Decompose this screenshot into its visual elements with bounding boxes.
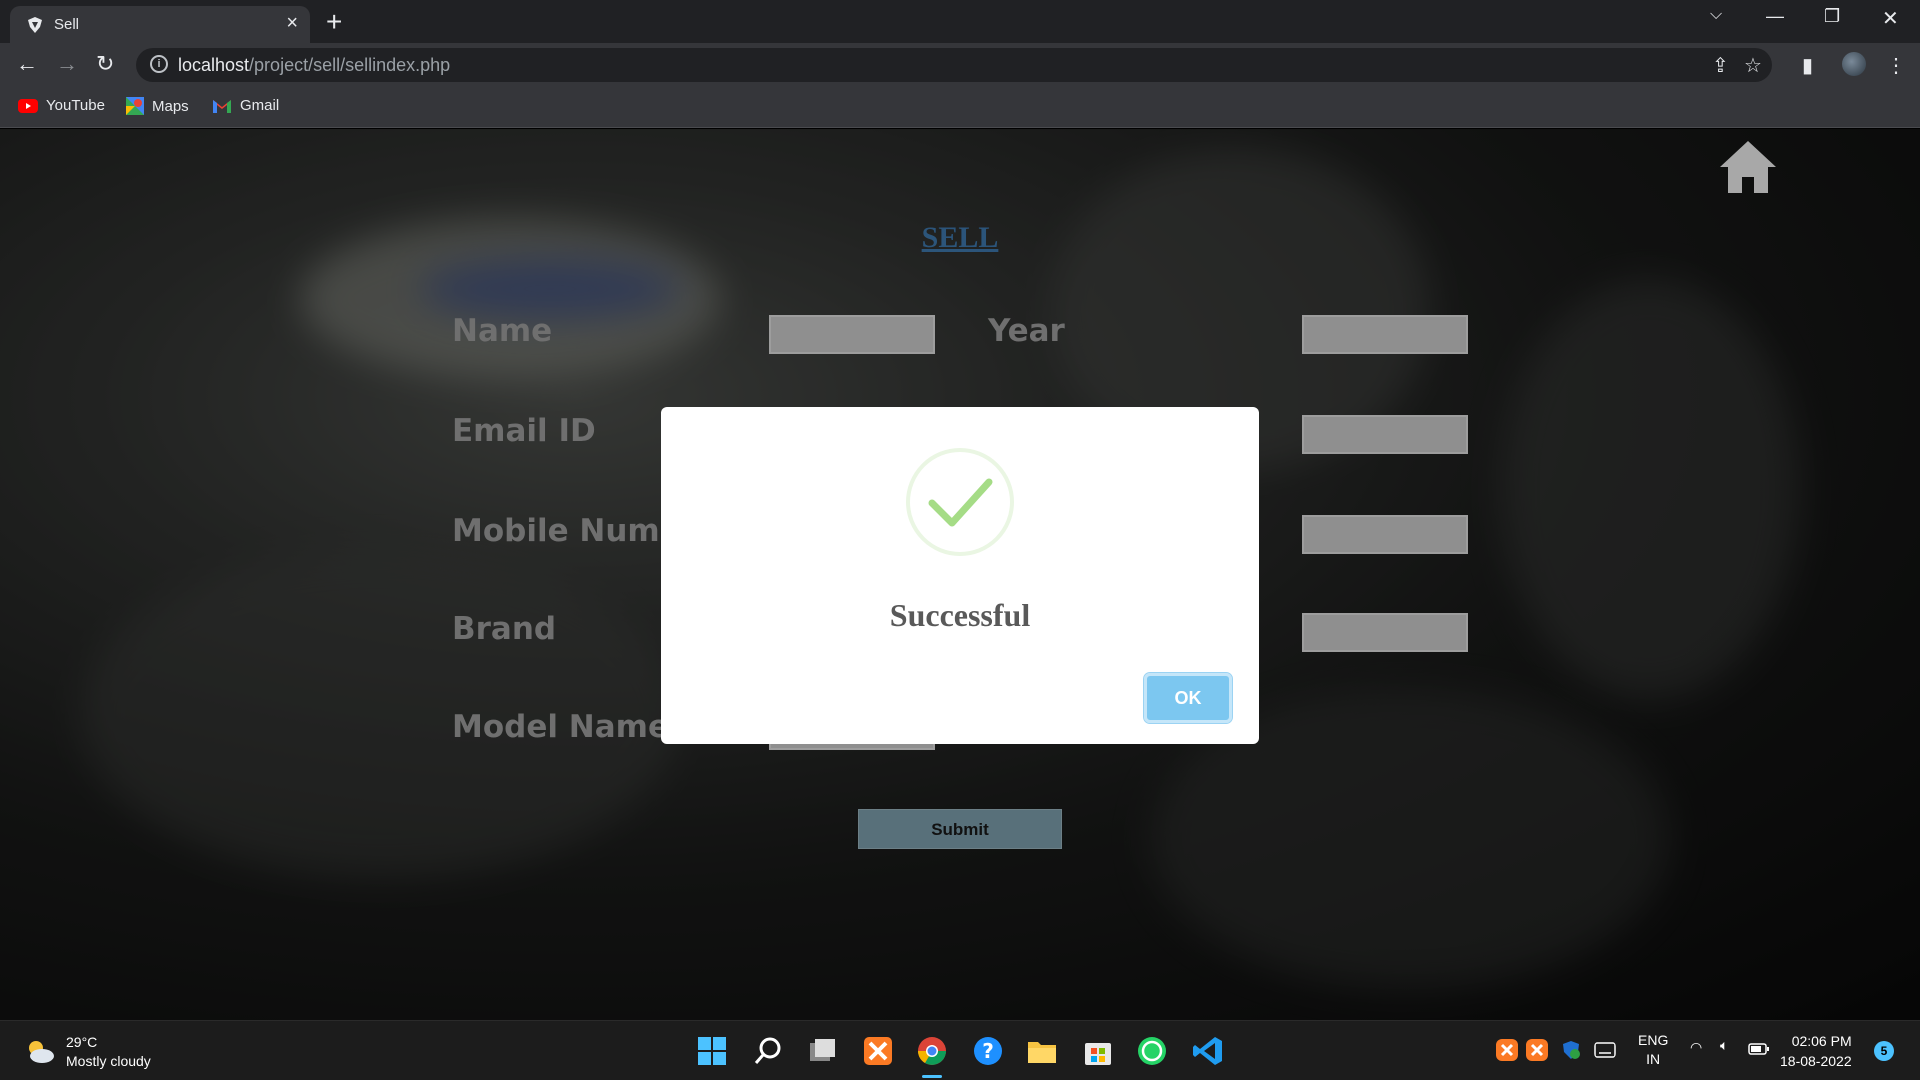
language-indicator[interactable]: ENG IN (1638, 1031, 1668, 1069)
taskbar: 29°C Mostly cloudy ? ENG IN ◠ 🔈︎ 02:06 P… (0, 1020, 1920, 1080)
submit-button[interactable]: Submit (858, 809, 1062, 849)
reload-icon[interactable]: ↻ (96, 51, 114, 77)
close-tab-icon[interactable]: × (286, 12, 298, 35)
start-icon[interactable] (694, 1033, 730, 1069)
model-label: Model Name (452, 709, 669, 745)
tab-sell[interactable]: Sell × (10, 6, 310, 43)
mobile-label: Mobile Num (452, 513, 660, 549)
ok-button[interactable]: OK (1143, 672, 1233, 724)
profile-avatar[interactable] (1842, 52, 1866, 76)
bookmarks-bar: YouTube Maps Gmail (0, 88, 1920, 128)
wifi-icon[interactable]: ◠ (1690, 1039, 1702, 1056)
xampp-icon[interactable] (860, 1033, 896, 1069)
xampp-tray-icon[interactable] (1496, 1039, 1518, 1061)
site-favicon-icon (28, 17, 42, 33)
address-bar[interactable]: i localhost/project/sell/sellindex.php ⇪… (136, 48, 1772, 82)
email-label: Email ID (452, 413, 596, 449)
search-icon[interactable] (750, 1033, 786, 1069)
restore-icon[interactable]: ❐ (1824, 6, 1840, 27)
back-icon[interactable]: ← (16, 51, 38, 77)
youtube-icon (18, 98, 38, 113)
help-icon[interactable]: ? (970, 1033, 1006, 1069)
brand-label: Brand (452, 611, 557, 647)
browser-tab-bar: Sell × + ⌵ — ❐ ✕ (0, 0, 1920, 43)
temperature-text: 29°C (66, 1034, 98, 1050)
year-label: Year (988, 313, 1065, 349)
keyboard-icon[interactable] (1594, 1041, 1616, 1059)
weather-widget[interactable]: 29°C Mostly cloudy (24, 1033, 151, 1071)
volume-icon[interactable]: 🔈︎ (1720, 1037, 1728, 1054)
security-tray-icon[interactable] (1560, 1039, 1582, 1061)
brand-side-input[interactable] (1302, 613, 1468, 652)
bookmark-gmail[interactable]: Gmail (212, 97, 279, 114)
microsoft-store-icon[interactable] (1080, 1033, 1116, 1069)
bookmark-youtube[interactable]: YouTube (18, 97, 105, 114)
new-tab-button[interactable]: + (326, 6, 342, 38)
system-clock[interactable]: 02:06 PM 18-08-2022 (1780, 1031, 1852, 1071)
tab-title: Sell (54, 16, 80, 33)
xampp-tray-icon-2[interactable] (1526, 1039, 1548, 1061)
home-icon[interactable] (1718, 139, 1778, 195)
mobile-side-input[interactable] (1302, 515, 1468, 554)
name-input[interactable] (769, 315, 935, 354)
year-input[interactable] (1302, 315, 1468, 354)
notification-badge[interactable]: 5 (1874, 1041, 1894, 1061)
tab-search-icon[interactable]: ⌵ (1710, 6, 1722, 24)
svg-text:?: ? (982, 1039, 994, 1063)
success-dialog: Successful OK (661, 407, 1259, 744)
email-side-input[interactable] (1302, 415, 1468, 454)
chrome-icon[interactable] (914, 1033, 950, 1069)
forward-icon[interactable]: → (56, 51, 78, 77)
side-panel-icon[interactable]: ▮ (1802, 53, 1813, 78)
maps-icon (126, 97, 144, 115)
minimize-icon[interactable]: — (1766, 6, 1784, 27)
menu-icon[interactable]: ⋮ (1886, 53, 1906, 78)
page-title: SELL (921, 221, 999, 254)
file-explorer-icon[interactable] (1024, 1033, 1060, 1069)
gmail-icon (213, 100, 231, 113)
task-view-icon[interactable] (804, 1033, 840, 1069)
cloudy-weather-icon (29, 1041, 54, 1063)
share-icon[interactable]: ⇪ (1712, 53, 1729, 78)
whatsapp-icon[interactable] (1134, 1033, 1170, 1069)
close-window-icon[interactable]: ✕ (1882, 6, 1899, 31)
dialog-message: Successful (889, 597, 1031, 633)
weather-condition-text: Mostly cloudy (66, 1053, 151, 1069)
vscode-icon[interactable] (1190, 1033, 1226, 1069)
browser-toolbar: ← → ↻ i localhost/project/sell/sellindex… (0, 43, 1920, 88)
bookmark-star-icon[interactable]: ☆ (1744, 53, 1762, 78)
success-check-icon (906, 448, 1014, 556)
bookmark-maps[interactable]: Maps (126, 97, 189, 115)
active-app-indicator (922, 1075, 942, 1078)
battery-icon[interactable] (1748, 1041, 1770, 1057)
site-info-icon[interactable]: i (150, 55, 168, 73)
name-label: Name (452, 313, 553, 349)
url-text: localhost/project/sell/sellindex.php (178, 55, 451, 75)
